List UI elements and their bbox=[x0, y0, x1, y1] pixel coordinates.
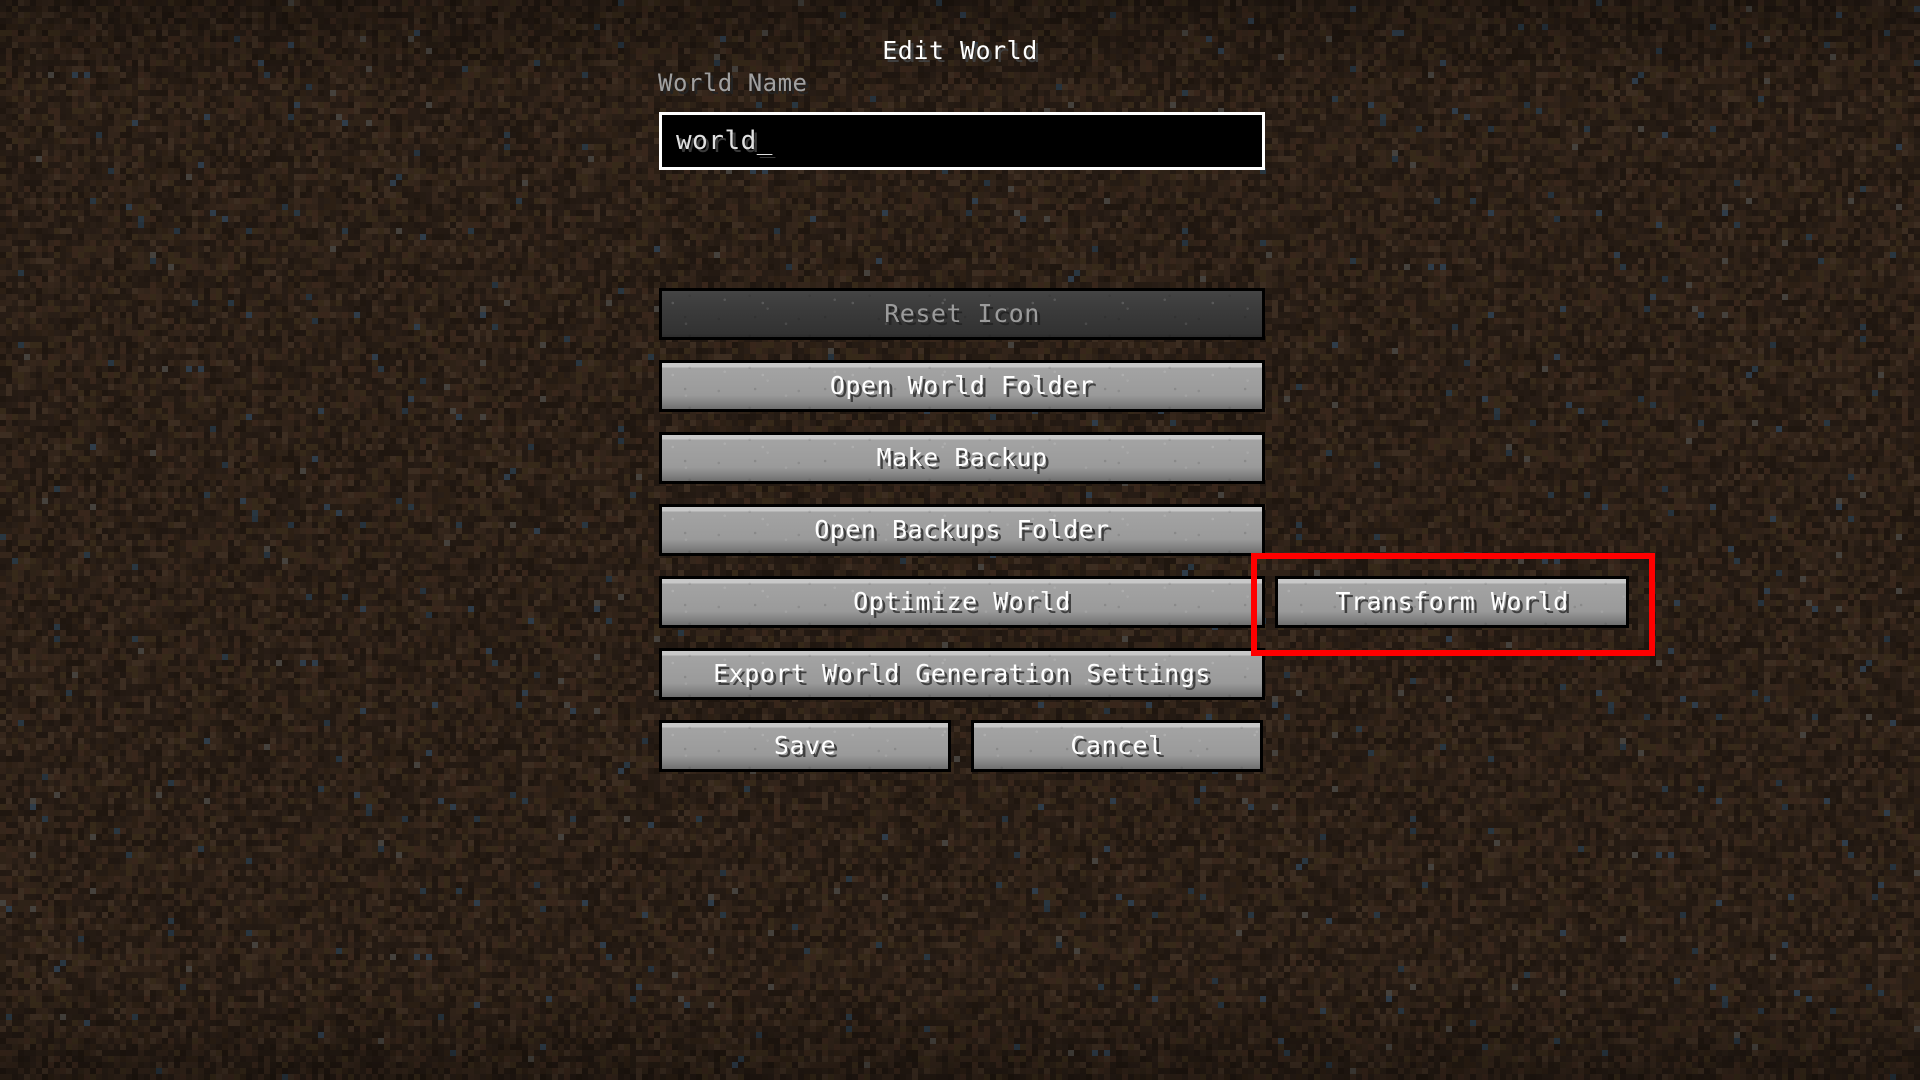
reset-icon-button-label: Reset Icon bbox=[884, 298, 1040, 328]
optimize-world-button-label: Optimize World bbox=[853, 586, 1071, 616]
export-world-generation-settings-button-label: Export World Generation Settings bbox=[713, 658, 1211, 688]
make-backup-button-label: Make Backup bbox=[876, 442, 1048, 472]
cancel-button[interactable]: Cancel bbox=[971, 720, 1263, 772]
optimize-world-button[interactable]: Optimize World bbox=[659, 576, 1265, 628]
make-backup-button[interactable]: Make Backup bbox=[659, 432, 1265, 484]
open-backups-folder-button-label: Open Backups Folder bbox=[814, 514, 1110, 544]
world-name-input[interactable]: world_ bbox=[659, 112, 1265, 170]
save-button[interactable]: Save bbox=[659, 720, 951, 772]
transform-world-button[interactable]: Transform World bbox=[1275, 576, 1629, 628]
open-world-folder-button[interactable]: Open World Folder bbox=[659, 360, 1265, 412]
page-title: Edit World bbox=[882, 36, 1038, 65]
minecraft-edit-world-screen: Edit World World Name world_ Reset Icon … bbox=[0, 0, 1920, 1080]
export-world-generation-settings-button[interactable]: Export World Generation Settings bbox=[659, 648, 1265, 700]
open-world-folder-button-label: Open World Folder bbox=[829, 370, 1095, 400]
save-button-label: Save bbox=[773, 730, 837, 760]
world-name-label: World Name bbox=[658, 69, 808, 97]
transform-world-button-label: Transform World bbox=[1335, 586, 1569, 616]
open-backups-folder-button[interactable]: Open Backups Folder bbox=[659, 504, 1265, 556]
reset-icon-button: Reset Icon bbox=[659, 288, 1265, 340]
cancel-button-label: Cancel bbox=[1070, 730, 1164, 760]
world-name-input-value: world_ bbox=[676, 126, 773, 156]
